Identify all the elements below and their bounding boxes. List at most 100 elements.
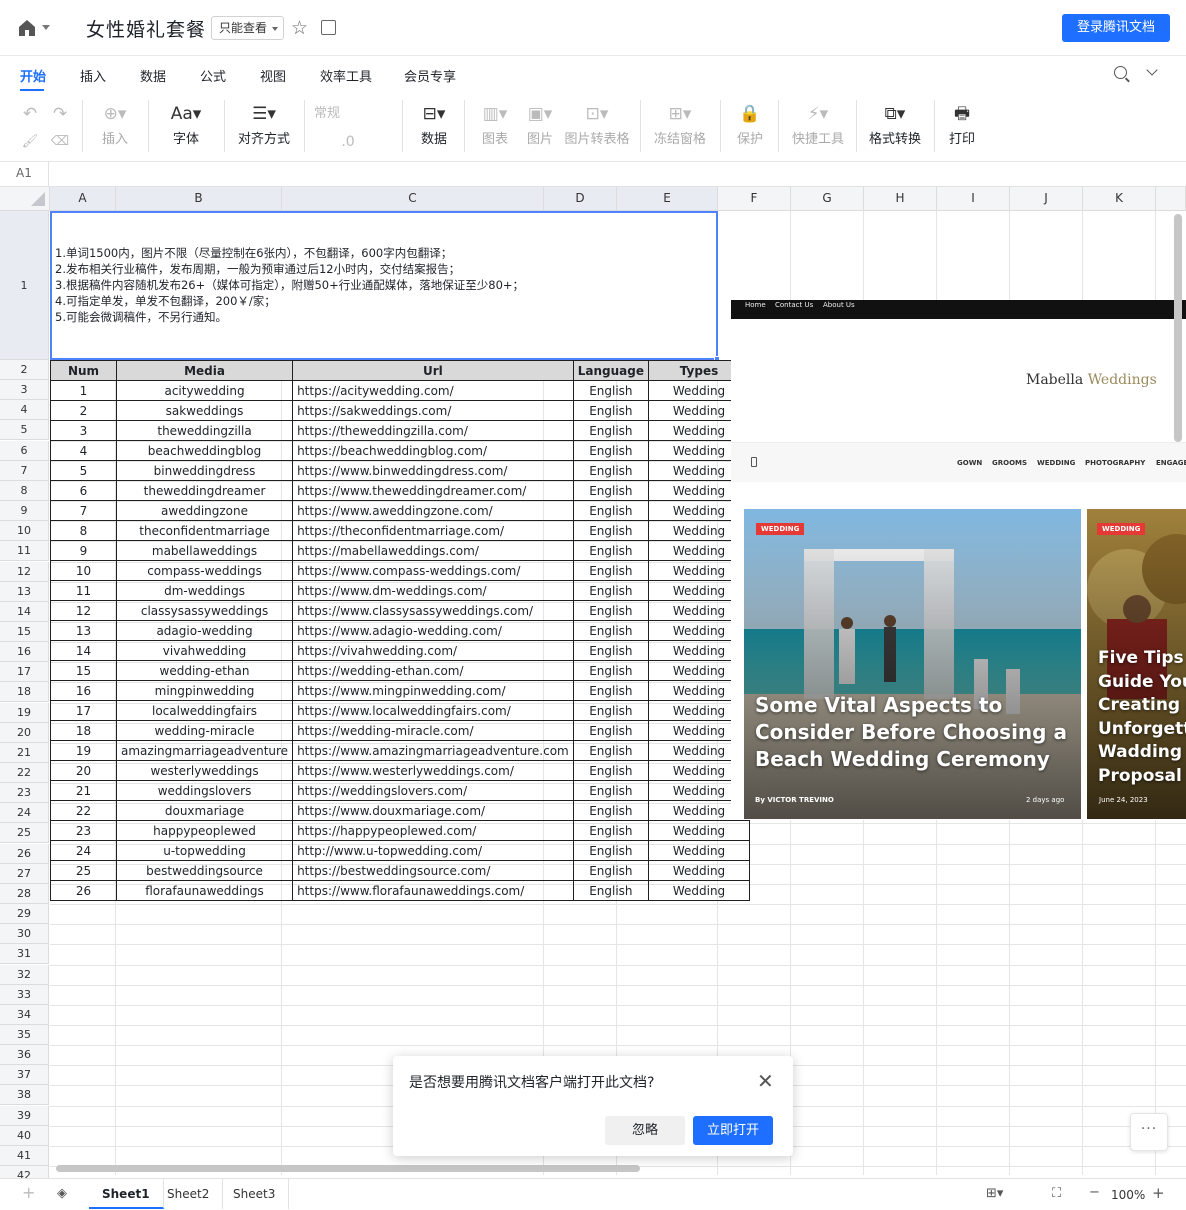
table-cell[interactable]: English bbox=[572, 660, 650, 681]
row-header[interactable]: 28 bbox=[0, 884, 49, 904]
tab-member[interactable]: 会员专享 bbox=[404, 66, 456, 85]
cell-reference[interactable]: A1 bbox=[16, 166, 32, 180]
row-header[interactable]: 36 bbox=[0, 1045, 49, 1065]
table-cell[interactable]: sakweddings bbox=[115, 400, 294, 421]
row-header[interactable]: 12 bbox=[0, 562, 49, 582]
row-header[interactable]: 32 bbox=[0, 965, 49, 985]
column-header-d[interactable]: D bbox=[544, 187, 617, 211]
row-header[interactable]: 13 bbox=[0, 582, 49, 602]
tab-data[interactable]: 数据 bbox=[140, 66, 166, 85]
table-cell[interactable]: https://www.adagio-wedding.com/ bbox=[292, 620, 574, 641]
table-cell[interactable]: vivahwedding bbox=[115, 640, 294, 661]
column-header-b[interactable]: B bbox=[116, 187, 282, 211]
home-menu-chevron-icon[interactable] bbox=[42, 25, 50, 30]
row-header[interactable]: 4 bbox=[0, 400, 49, 420]
table-cell[interactable]: https://www.dm-weddings.com/ bbox=[292, 580, 574, 601]
redo-icon[interactable]: ↷ bbox=[50, 102, 70, 126]
table-cell[interactable]: English bbox=[572, 420, 650, 441]
row-header[interactable]: 35 bbox=[0, 1025, 49, 1045]
column-header-e[interactable]: E bbox=[617, 187, 718, 211]
table-cell[interactable]: https://www.theweddingdreamer.com/ bbox=[292, 480, 574, 501]
table-cell[interactable]: 7 bbox=[50, 500, 117, 521]
table-cell[interactable]: English bbox=[572, 640, 650, 661]
column-header-f[interactable]: F bbox=[718, 187, 791, 211]
row-header[interactable]: 5 bbox=[0, 420, 49, 440]
table-cell[interactable]: 22 bbox=[50, 800, 117, 821]
view-mode-dropdown[interactable]: 只能查看 bbox=[211, 16, 285, 40]
table-cell[interactable]: https://www.binweddingdress.com/ bbox=[292, 460, 574, 481]
table-cell[interactable]: English bbox=[572, 400, 650, 421]
row-header[interactable]: 17 bbox=[0, 662, 49, 682]
column-header-i[interactable]: I bbox=[937, 187, 1010, 211]
format-convert-tool[interactable]: ⧉▾ 格式转换 bbox=[868, 102, 922, 147]
row-header[interactable]: 3 bbox=[0, 380, 49, 400]
table-cell[interactable]: English bbox=[572, 560, 650, 581]
table-cell[interactable]: dm-weddings bbox=[115, 580, 294, 601]
sheet-tab-1[interactable]: Sheet1 bbox=[89, 1179, 164, 1209]
table-cell[interactable]: beachweddingblog bbox=[115, 440, 294, 461]
table-cell[interactable]: English bbox=[572, 680, 650, 701]
row-header[interactable]: 15 bbox=[0, 622, 49, 642]
table-cell[interactable]: English bbox=[572, 800, 650, 821]
table-cell[interactable]: English bbox=[572, 600, 650, 621]
sheet-tab-3[interactable]: Sheet3 bbox=[220, 1179, 290, 1209]
select-all-corner[interactable] bbox=[0, 187, 50, 211]
row-header[interactable]: 29 bbox=[0, 904, 49, 924]
table-cell[interactable]: 21 bbox=[50, 780, 117, 801]
row-header[interactable]: 40 bbox=[0, 1126, 49, 1146]
table-cell[interactable]: 20 bbox=[50, 760, 117, 781]
zoom-in-icon[interactable]: + bbox=[1152, 1184, 1165, 1202]
row-header[interactable]: 11 bbox=[0, 541, 49, 561]
save-to-folder-icon[interactable] bbox=[321, 20, 336, 35]
table-cell[interactable]: English bbox=[572, 440, 650, 461]
table-cell[interactable]: Wedding bbox=[648, 880, 750, 901]
horizontal-scrollbar[interactable] bbox=[56, 1165, 640, 1172]
row-header[interactable]: 26 bbox=[0, 844, 49, 864]
table-cell[interactable]: 15 bbox=[50, 660, 117, 681]
image-tool[interactable]: ▣▾ 图片 bbox=[522, 102, 558, 147]
table-cell[interactable]: https://www.douxmariage.com/ bbox=[292, 800, 574, 821]
ignore-button[interactable]: 忽略 bbox=[605, 1116, 685, 1145]
table-cell[interactable]: binweddingdress bbox=[115, 460, 294, 481]
table-cell[interactable]: florafaunaweddings bbox=[115, 880, 294, 901]
image-to-table-tool[interactable]: ⊡▾ 图片转表格 bbox=[564, 102, 630, 147]
more-options-button[interactable]: ··· bbox=[1130, 1113, 1168, 1151]
row-header[interactable]: 14 bbox=[0, 602, 49, 622]
vertical-scrollbar[interactable] bbox=[1174, 214, 1182, 442]
table-cell[interactable]: 12 bbox=[50, 600, 117, 621]
table-cell[interactable]: English bbox=[572, 880, 650, 901]
row-header[interactable]: 16 bbox=[0, 642, 49, 662]
table-cell[interactable]: English bbox=[572, 720, 650, 741]
table-cell[interactable]: https://sakweddings.com/ bbox=[292, 400, 574, 421]
table-cell[interactable]: 14 bbox=[50, 640, 117, 661]
row-header[interactable]: 33 bbox=[0, 985, 49, 1005]
table-cell[interactable]: English bbox=[572, 760, 650, 781]
row-header[interactable]: 30 bbox=[0, 924, 49, 944]
star-icon[interactable]: ☆ bbox=[291, 17, 308, 39]
table-cell[interactable]: theweddingzilla bbox=[115, 420, 294, 441]
column-header-k[interactable]: K bbox=[1083, 187, 1156, 211]
table-cell[interactable]: 16 bbox=[50, 680, 117, 701]
decimal-tool[interactable]: .0 bbox=[338, 130, 358, 154]
table-cell[interactable]: classysassyweddings bbox=[115, 600, 294, 621]
table-cell[interactable]: theconfidentmarriage bbox=[115, 520, 294, 541]
eraser-icon[interactable]: ⌫ bbox=[50, 130, 70, 154]
table-cell[interactable]: https://theweddingzilla.com/ bbox=[292, 420, 574, 441]
row-header[interactable]: 9 bbox=[0, 501, 49, 521]
table-cell[interactable]: douxmariage bbox=[115, 800, 294, 821]
table-cell[interactable]: https://www.compass-weddings.com/ bbox=[292, 560, 574, 581]
column-header-l[interactable] bbox=[1156, 187, 1186, 211]
table-cell[interactable]: adagio-wedding bbox=[115, 620, 294, 641]
table-cell[interactable]: 6 bbox=[50, 480, 117, 501]
row-header[interactable]: 25 bbox=[0, 823, 49, 843]
table-cell[interactable]: English bbox=[572, 820, 650, 841]
open-now-button[interactable]: 立即打开 bbox=[693, 1116, 773, 1145]
table-cell[interactable]: wedding-miracle bbox=[115, 720, 294, 741]
table-cell[interactable]: English bbox=[572, 460, 650, 481]
merged-note-cell[interactable]: 1.单词1500内，图片不限（尽量控制在6张内），不包翻译，600字内包翻译； … bbox=[50, 211, 718, 360]
row-header[interactable]: 39 bbox=[0, 1106, 49, 1126]
table-cell[interactable]: mingpinwedding bbox=[115, 680, 294, 701]
table-cell[interactable]: https://www.mingpinwedding.com/ bbox=[292, 680, 574, 701]
row-header[interactable]: 8 bbox=[0, 481, 49, 501]
table-cell[interactable]: westerlyweddings bbox=[115, 760, 294, 781]
